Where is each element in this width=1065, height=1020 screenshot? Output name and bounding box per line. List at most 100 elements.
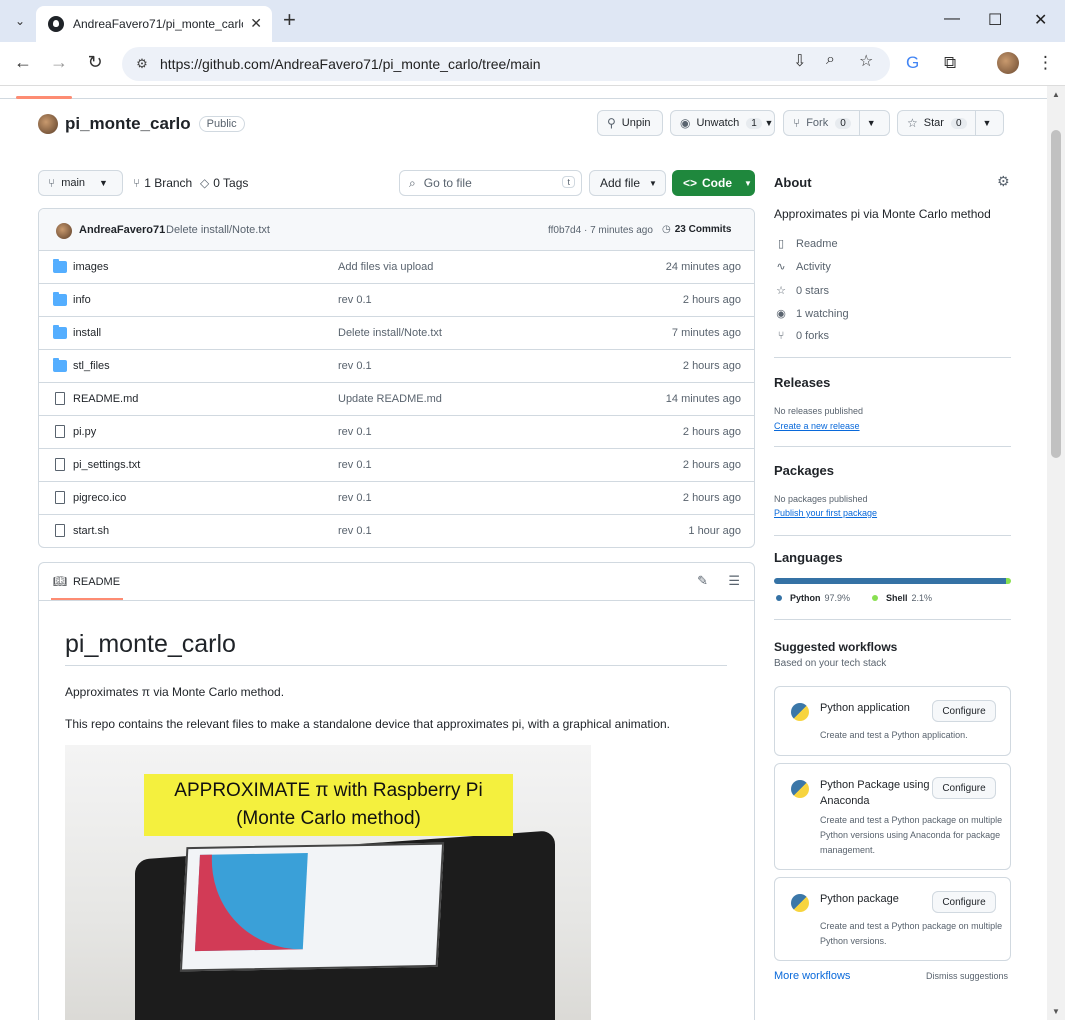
- releases-heading[interactable]: Releases: [774, 375, 830, 390]
- commit-sha-time[interactable]: ff0b7d4 · 7 minutes ago: [548, 225, 653, 236]
- fork-caret-icon[interactable]: ▼: [858, 111, 883, 135]
- file-commit-message[interactable]: rev 0.1: [338, 426, 372, 438]
- file-commit-date: 14 minutes ago: [665, 393, 741, 405]
- file-commit-message[interactable]: rev 0.1: [338, 525, 372, 537]
- file-row[interactable]: stl_files rev 0.1 2 hours ago: [39, 350, 754, 383]
- install-app-icon[interactable]: ⇩: [793, 51, 806, 71]
- star-caret-icon[interactable]: ▼: [974, 111, 999, 135]
- unpin-button[interactable]: ⚲ Unpin: [597, 110, 663, 136]
- language-shell[interactable]: Shell 2.1%: [872, 593, 932, 603]
- commit-message[interactable]: Delete install/Note.txt: [166, 224, 270, 236]
- scrollbar-thumb[interactable]: [1051, 130, 1061, 458]
- file-name[interactable]: install: [73, 327, 101, 339]
- create-release-link[interactable]: Create a new release: [774, 421, 860, 431]
- file-name[interactable]: pigreco.ico: [73, 492, 126, 504]
- file-row[interactable]: install Delete install/Note.txt 7 minutes …: [39, 317, 754, 350]
- stars-link[interactable]: ☆ 0 stars: [774, 284, 829, 298]
- file-row[interactable]: start.sh rev 0.1 1 hour ago: [39, 515, 754, 547]
- file-commit-message[interactable]: Add files via upload: [338, 261, 433, 273]
- commits-link[interactable]: ◷ 23 Commits: [662, 224, 731, 235]
- readme-link[interactable]: ▯ Readme: [774, 237, 838, 251]
- tab-title: AndreaFavero71/pi_monte_carlo: [73, 17, 243, 31]
- forward-icon[interactable]: →: [47, 52, 71, 73]
- window-close-icon[interactable]: ✕: [1034, 10, 1047, 30]
- language-name: Python: [790, 593, 821, 603]
- file-name[interactable]: info: [73, 294, 91, 306]
- language-python[interactable]: Python 97.9%: [776, 593, 850, 603]
- code-button[interactable]: <> Code ▼: [672, 170, 755, 196]
- page-scrollbar[interactable]: ▲ ▼: [1047, 86, 1065, 1020]
- commit-author-avatar[interactable]: [56, 223, 72, 239]
- language-name: Shell: [886, 593, 908, 603]
- sidebar-divider: [774, 357, 1011, 358]
- repo-name[interactable]: pi_monte_carlo: [65, 114, 191, 134]
- gear-icon[interactable]: ⚙: [997, 173, 1010, 190]
- file-commit-message[interactable]: rev 0.1: [338, 459, 372, 471]
- maximize-icon[interactable]: ☐: [988, 10, 1002, 30]
- owner-avatar[interactable]: [38, 114, 58, 134]
- go-to-file-input[interactable]: ⌕ Go to file t: [399, 170, 582, 196]
- unwatch-caret-icon[interactable]: ▼: [764, 111, 774, 135]
- file-row[interactable]: pi.py rev 0.1 2 hours ago: [39, 416, 754, 449]
- profile-avatar[interactable]: [997, 52, 1019, 74]
- back-icon[interactable]: ←: [11, 52, 35, 73]
- minimize-icon[interactable]: —: [944, 10, 960, 28]
- add-file-button[interactable]: Add file ▼: [589, 170, 666, 196]
- fork-button[interactable]: ⑂ Fork 0 ▼: [783, 110, 890, 136]
- tab-search-icon[interactable]: ⌄: [8, 9, 32, 33]
- file-name[interactable]: pi.py: [73, 426, 96, 438]
- dismiss-suggestions-link[interactable]: Dismiss suggestions: [926, 971, 1008, 981]
- file-commit-message[interactable]: rev 0.1: [338, 294, 372, 306]
- configure-button[interactable]: Configure: [932, 777, 996, 799]
- file-name[interactable]: images: [73, 261, 108, 273]
- outline-icon[interactable]: ☰: [728, 573, 740, 589]
- forks-link[interactable]: ⑂ 0 forks: [774, 330, 829, 342]
- branches-link[interactable]: ⑂ 1 Branch: [133, 170, 192, 196]
- translate-icon[interactable]: G: [906, 53, 919, 73]
- file-row[interactable]: images Add files via upload 24 minutes ago: [39, 251, 754, 284]
- site-info-icon[interactable]: ⚙: [134, 56, 150, 72]
- bookmark-star-icon[interactable]: ☆: [859, 51, 873, 71]
- file-commit-date: 2 hours ago: [682, 294, 741, 306]
- file-row[interactable]: pigreco.ico rev 0.1 2 hours ago: [39, 482, 754, 515]
- file-row[interactable]: info rev 0.1 2 hours ago: [39, 284, 754, 317]
- commit-author[interactable]: AndreaFavero71: [79, 224, 165, 236]
- star-button[interactable]: ☆ Star 0 ▼: [897, 110, 1004, 136]
- browser-tab[interactable]: AndreaFavero71/pi_monte_carlo ✕: [36, 6, 272, 42]
- publish-package-link[interactable]: Publish your first package: [774, 508, 877, 518]
- file-row[interactable]: README.md Update README.md 14 minutes ago: [39, 383, 754, 416]
- file-name[interactable]: pi_settings.txt: [73, 459, 140, 471]
- file-commit-message[interactable]: Delete install/Note.txt: [338, 327, 442, 339]
- forks-label: 0 forks: [796, 330, 830, 342]
- file-row[interactable]: pi_settings.txt rev 0.1 2 hours ago: [39, 449, 754, 482]
- packages-heading[interactable]: Packages: [774, 463, 834, 478]
- activity-link[interactable]: ∿ Activity: [774, 260, 830, 274]
- github-page: pi_monte_carlo Public ⚲ Unpin ◉ Unwatch …: [0, 86, 1047, 1020]
- unwatch-button[interactable]: ◉ Unwatch 1 ▼: [670, 110, 775, 136]
- file-commit-message[interactable]: Update README.md: [338, 393, 442, 405]
- address-bar[interactable]: ⚙ https://github.com/AndreaFavero71/pi_m…: [122, 47, 890, 81]
- readme-tab[interactable]: 📖︎ README: [53, 575, 120, 588]
- tab-close-icon[interactable]: ✕: [250, 15, 262, 32]
- scroll-down-icon[interactable]: ▼: [1052, 1007, 1060, 1016]
- watching-link[interactable]: ◉ 1 watching: [774, 307, 848, 321]
- extensions-icon[interactable]: ⧉: [944, 53, 956, 73]
- browser-menu-icon[interactable]: ⋮: [1037, 53, 1054, 73]
- pin-icon: ⚲: [607, 116, 616, 130]
- new-tab-icon[interactable]: +: [283, 9, 296, 31]
- more-workflows-link[interactable]: More workflows: [774, 970, 850, 982]
- tags-link[interactable]: ◇ 0 Tags: [200, 170, 248, 196]
- file-commit-message[interactable]: rev 0.1: [338, 360, 372, 372]
- file-name[interactable]: stl_files: [73, 360, 110, 372]
- edit-pencil-icon[interactable]: ✎: [697, 573, 708, 589]
- file-name[interactable]: start.sh: [73, 525, 109, 537]
- banner-line-1: APPROXIMATE π with Raspberry Pi: [174, 780, 483, 801]
- file-commit-message[interactable]: rev 0.1: [338, 492, 372, 504]
- configure-button[interactable]: Configure: [932, 700, 996, 722]
- branch-select-button[interactable]: ⑂ main ▼: [38, 170, 123, 196]
- file-name[interactable]: README.md: [73, 393, 138, 405]
- zoom-icon[interactable]: ⌕: [826, 51, 835, 69]
- configure-button[interactable]: Configure: [932, 891, 996, 913]
- scroll-up-icon[interactable]: ▲: [1052, 90, 1060, 99]
- reload-icon[interactable]: ↻: [83, 52, 107, 73]
